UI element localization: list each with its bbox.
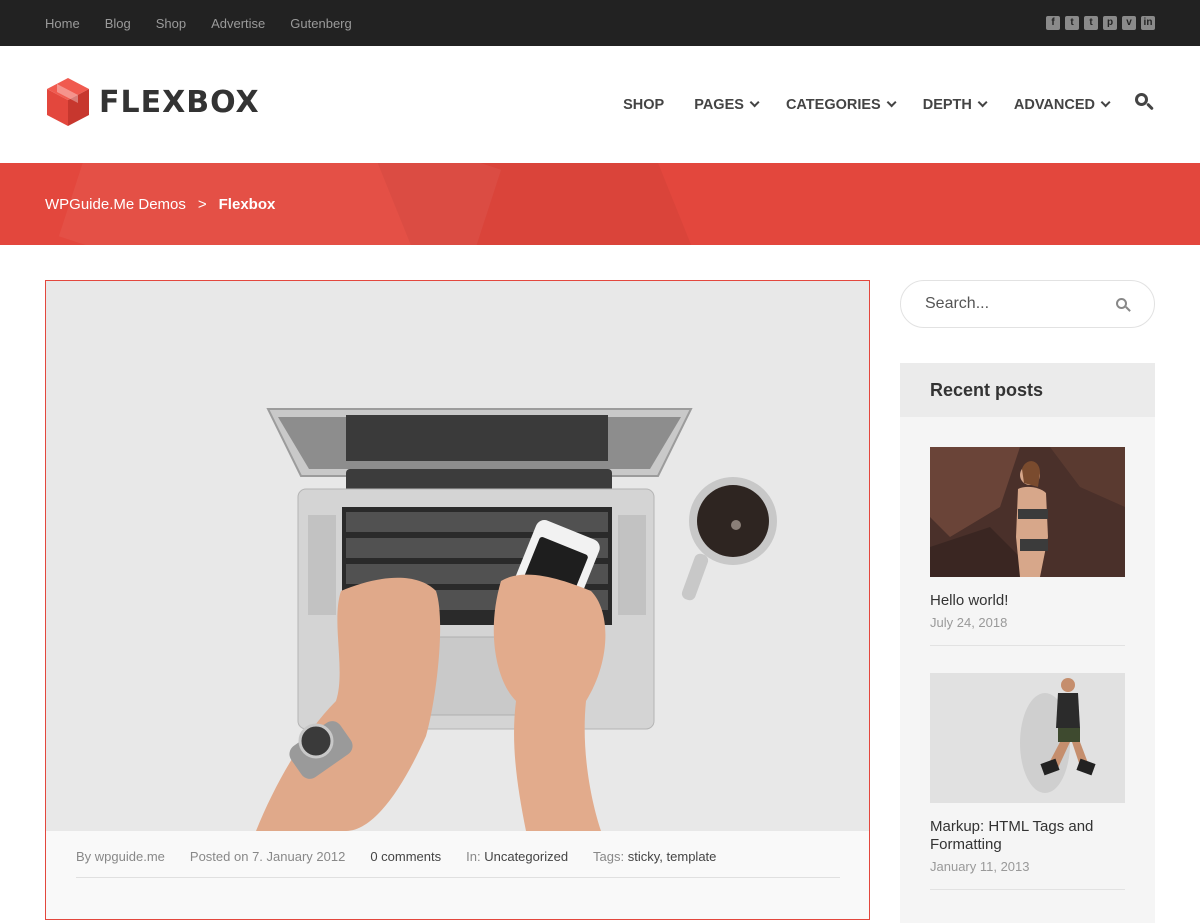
nav-shop-label: SHOP [623, 96, 665, 113]
search-input[interactable] [925, 293, 1105, 315]
nav-categories[interactable]: CATEGORIES [785, 96, 897, 113]
site-logo[interactable]: FLEXBOX [45, 76, 260, 128]
facebook-icon[interactable]: f [1046, 16, 1060, 30]
nav-advanced-label: ADVANCED [1013, 96, 1095, 113]
meta-date: Posted on 7. January 2012 [190, 849, 345, 864]
nav-categories-label: CATEGORIES [785, 96, 881, 113]
pinterest-icon[interactable]: p [1103, 16, 1117, 30]
nav-pages-label: PAGES [694, 96, 744, 113]
sidebar-search [900, 280, 1155, 328]
top-bar: Home Blog Shop Advertise Gutenberg f t t… [0, 0, 1200, 46]
chevron-down-icon [749, 97, 760, 108]
recent-post-date: July 24, 2018 [930, 615, 1008, 630]
tumblr-icon[interactable]: t [1084, 16, 1098, 30]
divider [930, 889, 1125, 890]
category-link[interactable]: Uncategorized [484, 849, 568, 864]
breadcrumb-parent[interactable]: WPGuide.Me Demos [45, 196, 186, 213]
recent-post-item[interactable]: Markup: HTML Tags and Formatting January… [930, 673, 1125, 890]
recent-posts-title: Recent posts [900, 363, 1155, 417]
social-icons: f t t p v in [1046, 16, 1155, 30]
breadcrumb: WPGuide.Me Demos > Flexbox [45, 163, 275, 245]
meta-by-prefix: By [76, 849, 92, 864]
linkedin-icon[interactable]: in [1141, 16, 1155, 30]
recent-post-date: January 11, 2013 [930, 859, 1030, 874]
top-link-shop[interactable]: Shop [156, 16, 186, 31]
page-banner: WPGuide.Me Demos > Flexbox [0, 163, 1200, 245]
top-link-blog[interactable]: Blog [105, 16, 131, 31]
meta-tags: Tags: sticky, template [593, 849, 717, 864]
meta-author: By wpguide.me [76, 849, 165, 864]
vimeo-icon[interactable]: v [1122, 16, 1136, 30]
recent-post-title[interactable]: Hello world! [930, 592, 1125, 610]
top-link-home[interactable]: Home [45, 16, 80, 31]
twitter-icon[interactable]: t [1065, 16, 1079, 30]
post-card: By wpguide.me Posted on 7. January 2012 … [45, 280, 870, 920]
logo-box-icon [47, 78, 89, 126]
woman-rocks-image [930, 447, 1125, 577]
divider [930, 645, 1125, 646]
top-link-advertise[interactable]: Advertise [211, 16, 265, 31]
tag-link-sticky[interactable]: sticky [628, 849, 660, 864]
comments-link[interactable]: 0 comments [370, 849, 441, 864]
main-nav: SHOP PAGES CATEGORIES DEPTH ADVANCED [593, 46, 1111, 163]
logo-text: FLEXBOX [99, 84, 260, 120]
meta-in-prefix: In: [466, 849, 481, 864]
recent-post-title[interactable]: Markup: HTML Tags and Formatting [930, 818, 1125, 854]
tag-link-template[interactable]: template [667, 849, 717, 864]
recent-post-thumbnail[interactable] [930, 673, 1125, 803]
laptop-desk-image [46, 281, 869, 831]
site-header: FLEXBOX SHOP PAGES CATEGORIES DEPTH ADVA… [0, 46, 1200, 163]
recent-post-item[interactable]: Hello world! July 24, 2018 [930, 447, 1125, 646]
meta-category: In: Uncategorized [466, 849, 568, 864]
post-date[interactable]: 7. January 2012 [252, 849, 345, 864]
recent-posts-widget: Recent posts Hello world! July 24, 2018 [900, 363, 1155, 923]
top-link-gutenberg[interactable]: Gutenberg [290, 16, 351, 31]
jumping-man-image [930, 673, 1125, 803]
nav-advanced[interactable]: ADVANCED [1013, 96, 1111, 113]
recent-post-thumbnail[interactable] [930, 447, 1125, 577]
nav-depth-label: DEPTH [922, 96, 972, 113]
post-meta: By wpguide.me Posted on 7. January 2012 … [76, 849, 741, 864]
breadcrumb-separator: > [197, 195, 207, 213]
divider [76, 877, 840, 878]
chevron-down-icon [1100, 97, 1111, 108]
author-link[interactable]: wpguide.me [95, 849, 165, 864]
nav-depth[interactable]: DEPTH [922, 96, 988, 113]
nav-pages[interactable]: PAGES [694, 96, 760, 113]
meta-tags-prefix: Tags: [593, 849, 625, 864]
post-featured-image[interactable] [46, 281, 869, 831]
search-icon[interactable] [1135, 93, 1155, 113]
chevron-down-icon [886, 97, 897, 108]
chevron-down-icon [977, 97, 988, 108]
top-nav: Home Blog Shop Advertise Gutenberg [45, 0, 377, 46]
meta-posted-prefix: Posted on [189, 849, 249, 864]
nav-shop[interactable]: SHOP [623, 97, 664, 113]
search-icon[interactable] [1116, 298, 1132, 314]
breadcrumb-current: Flexbox [218, 195, 276, 213]
